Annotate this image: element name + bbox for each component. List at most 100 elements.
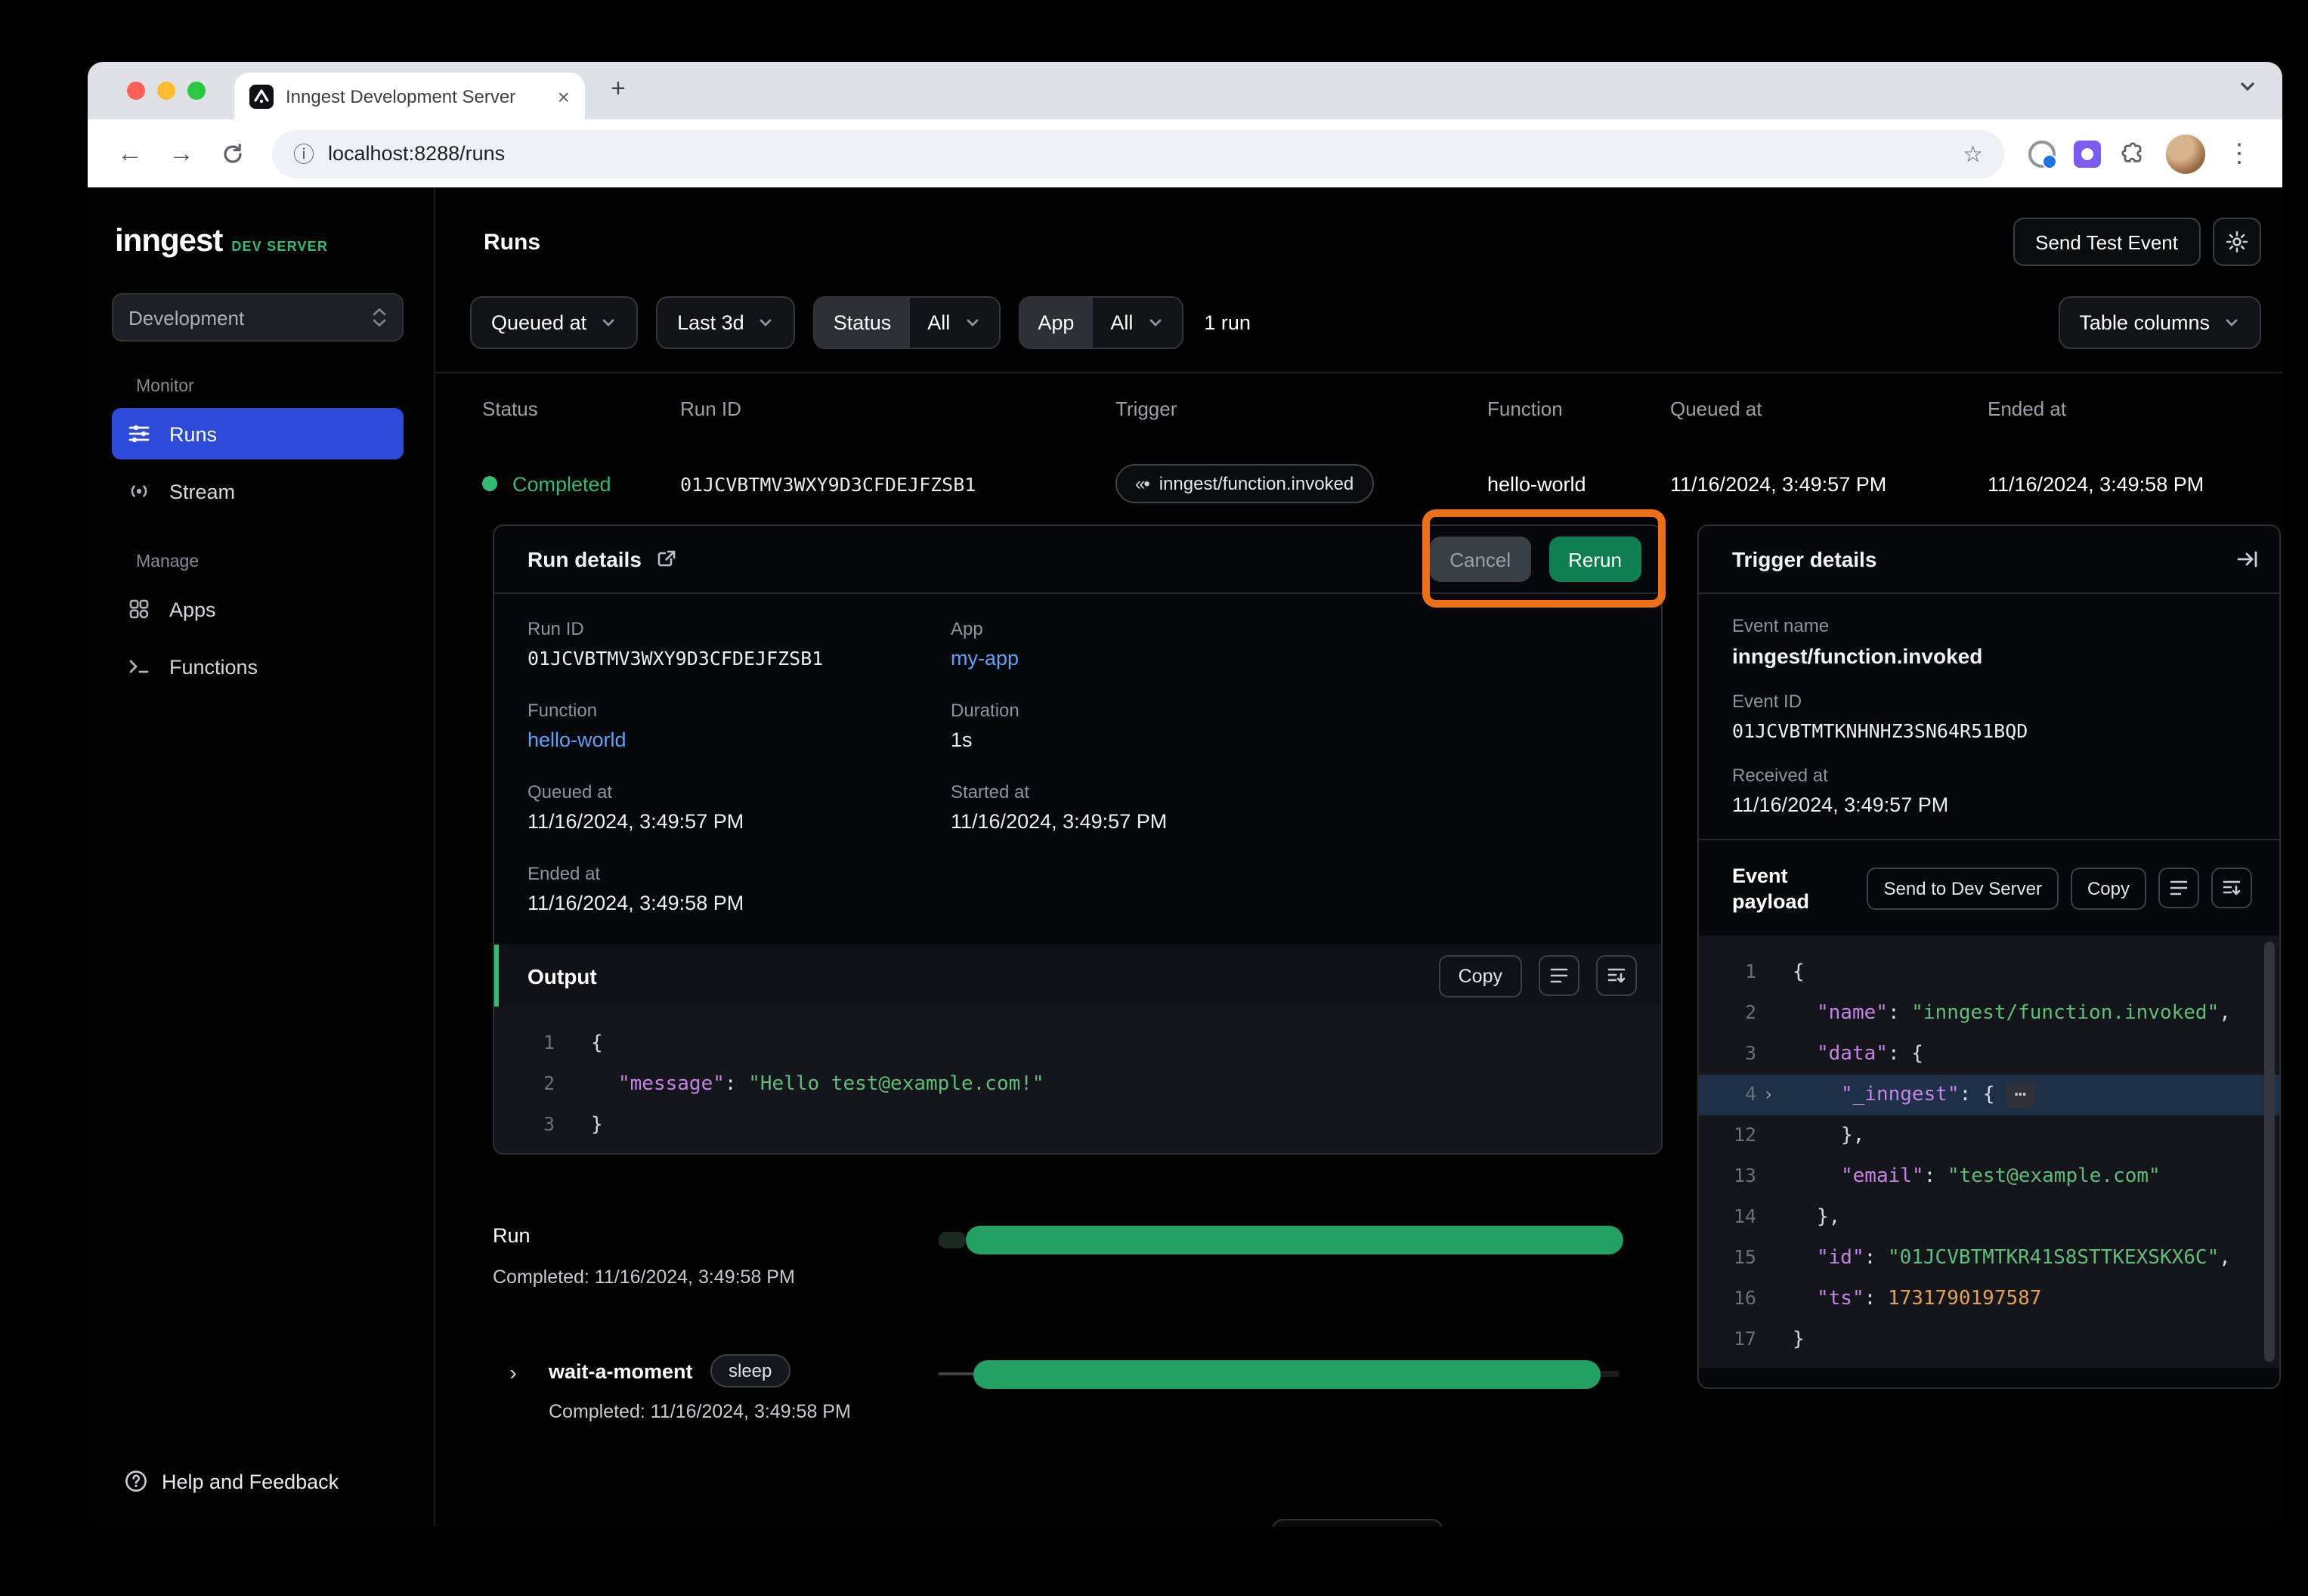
code-line: 3"data": { bbox=[1699, 1034, 2279, 1075]
code-line: 1{ bbox=[1699, 952, 2279, 993]
scrollbar[interactable] bbox=[2264, 942, 2275, 1362]
trigger-badge[interactable]: «• inngest/function.invoked bbox=[1115, 464, 1373, 503]
time-range-filter[interactable]: Last 3d bbox=[656, 296, 796, 349]
send-to-dev-server-button[interactable]: Send to Dev Server bbox=[1867, 867, 2059, 909]
code-line: 2"name": "inngest/function.invoked", bbox=[1699, 993, 2279, 1034]
new-tab-button[interactable]: + bbox=[611, 74, 626, 104]
ended-at-cell: 11/16/2024, 3:49:58 PM bbox=[1988, 472, 2282, 495]
back-button[interactable]: ← bbox=[106, 129, 154, 178]
line-number: 17 bbox=[1699, 1319, 1756, 1359]
line-number: 3 bbox=[1699, 1034, 1756, 1073]
address-bar[interactable]: ⓘ localhost:8288/runs ☆ bbox=[272, 129, 2004, 178]
cancel-button[interactable]: Cancel bbox=[1430, 537, 1530, 582]
field-app: App my-app bbox=[951, 618, 1628, 700]
sidebar-item-label: Functions bbox=[169, 655, 258, 678]
sidebar-item-stream[interactable]: Stream bbox=[112, 466, 404, 517]
payload-copy-button[interactable]: Copy bbox=[2071, 867, 2146, 909]
code-line: 14}, bbox=[1699, 1197, 2279, 1238]
line-number: 1 bbox=[494, 1023, 555, 1062]
expand-step-chevron-icon[interactable]: › bbox=[497, 1356, 529, 1387]
table-header: Status Run ID Trigger Function Queued at… bbox=[435, 373, 2282, 443]
line-number: 1 bbox=[1699, 952, 1756, 991]
wrap-lines-icon[interactable] bbox=[1539, 955, 1579, 996]
collapse-panel-icon[interactable] bbox=[2235, 547, 2260, 571]
purple-extension-icon[interactable] bbox=[2074, 140, 2101, 167]
extensions-puzzle-icon[interactable] bbox=[2119, 139, 2148, 168]
queued-at-filter[interactable]: Queued at bbox=[470, 296, 638, 349]
queued-at-cell: 11/16/2024, 3:49:57 PM bbox=[1670, 472, 1988, 495]
scroll-to-bottom-icon[interactable] bbox=[1596, 955, 1637, 996]
manage-section-label: Manage bbox=[136, 553, 434, 571]
forward-button[interactable]: → bbox=[157, 129, 206, 178]
close-tab-icon[interactable]: × bbox=[558, 84, 570, 108]
code-line: 17} bbox=[1699, 1319, 2279, 1360]
code-line: 2"message": "Hello test@example.com!" bbox=[494, 1064, 1661, 1105]
event-payload-header: Event payload Send to Dev Server Copy bbox=[1699, 839, 2279, 936]
table-row[interactable]: Completed 01JCVBTMV3WXY9D3CFDEJFZSB1 «• … bbox=[435, 443, 2282, 524]
output-header: Output Copy bbox=[494, 945, 1661, 1007]
run-id-cell: 01JCVBTMV3WXY9D3CFDEJFZSB1 bbox=[680, 472, 1115, 495]
code-line: 13"email": "test@example.com" bbox=[1699, 1156, 2279, 1197]
sidebar-item-functions[interactable]: Functions bbox=[112, 641, 404, 692]
app-filter[interactable]: App All bbox=[1018, 296, 1183, 349]
line-number: 14 bbox=[1699, 1197, 1756, 1236]
desktop: Inngest Development Server × + ← → ⓘ loc… bbox=[0, 0, 2308, 1596]
tab-title: Inngest Development Server bbox=[286, 85, 546, 107]
status-filter-label: Status bbox=[815, 298, 910, 348]
reload-button[interactable] bbox=[209, 129, 257, 178]
page-title: Runs bbox=[484, 229, 540, 255]
timeline-run-bar[interactable] bbox=[966, 1226, 1623, 1254]
browser-tab[interactable]: Inngest Development Server × bbox=[234, 73, 585, 119]
partially-visible-element bbox=[1271, 1519, 1443, 1526]
field-queued-at: Queued at 11/16/2024, 3:49:57 PM bbox=[527, 781, 951, 863]
help-and-feedback[interactable]: Help and Feedback bbox=[124, 1469, 339, 1493]
sidebar-item-runs[interactable]: Runs bbox=[112, 408, 404, 459]
code-line: 4›"_inngest": {⋯ bbox=[1699, 1075, 2279, 1115]
wrap-lines-icon[interactable] bbox=[2158, 868, 2199, 908]
app-link[interactable]: my-app bbox=[951, 647, 1628, 670]
browser-menu-icon[interactable]: ⋮ bbox=[2223, 138, 2255, 169]
close-window-button[interactable] bbox=[127, 82, 145, 100]
queued-at-label: Queued at bbox=[491, 311, 586, 334]
external-link-icon[interactable] bbox=[657, 549, 678, 570]
stream-icon bbox=[127, 479, 151, 503]
col-header-trigger: Trigger bbox=[1115, 397, 1487, 419]
fold-chevron-icon[interactable]: › bbox=[1756, 1075, 1781, 1114]
timeline-step-bar[interactable] bbox=[973, 1360, 1601, 1389]
settings-gear-button[interactable] bbox=[2213, 218, 2261, 266]
output-code-block[interactable]: 1{2"message": "Hello test@example.com!"3… bbox=[494, 1007, 1661, 1155]
profile-avatar[interactable] bbox=[2166, 134, 2205, 173]
run-details-fields: Run ID 01JCVBTMV3WXY9D3CFDEJFZSB1 App my… bbox=[494, 594, 1661, 945]
timeline-run-completed: Completed: 11/16/2024, 3:49:58 PM bbox=[493, 1267, 795, 1288]
environment-selector[interactable]: Development bbox=[112, 293, 404, 342]
field-received-at: Received at 11/16/2024, 3:49:57 PM bbox=[1732, 765, 2246, 816]
collapsed-content-ellipsis[interactable]: ⋯ bbox=[2006, 1082, 2036, 1108]
tab-search-chevron-icon[interactable] bbox=[2237, 76, 2258, 97]
code-line: 15"id": "01JCVBTMTKR41S8STTKEXSKX6C", bbox=[1699, 1238, 2279, 1279]
rerun-button[interactable]: Rerun bbox=[1548, 537, 1641, 582]
send-test-event-button[interactable]: Send Test Event bbox=[2013, 218, 2201, 266]
apps-icon bbox=[127, 597, 151, 621]
event-payload-code-block[interactable]: 1{2"name": "inngest/function.invoked",3"… bbox=[1699, 936, 2279, 1368]
field-event-name: Event name inngest/function.invoked bbox=[1732, 615, 2246, 668]
field-event-id: Event ID 01JCVBTMTKNHNHZ3SN64R51BQD bbox=[1732, 691, 2246, 742]
bookmark-star-icon[interactable]: ☆ bbox=[1963, 140, 1983, 167]
timeline-run-row: Run Completed: 11/16/2024, 3:49:58 PM bbox=[493, 1218, 1663, 1309]
scroll-to-bottom-icon[interactable] bbox=[2211, 868, 2252, 908]
output-copy-button[interactable]: Copy bbox=[1439, 954, 1522, 997]
privacy-extension-icon[interactable] bbox=[2028, 140, 2056, 167]
line-number: 16 bbox=[1699, 1279, 1756, 1318]
output-title: Output bbox=[527, 963, 597, 988]
field-ended-at: Ended at 11/16/2024, 3:49:58 PM bbox=[527, 863, 951, 945]
table-columns-button[interactable]: Table columns bbox=[2058, 296, 2261, 349]
site-info-icon[interactable]: ⓘ bbox=[293, 138, 314, 169]
zoom-window-button[interactable] bbox=[187, 82, 206, 100]
function-link[interactable]: hello-world bbox=[527, 728, 951, 751]
col-header-status: Status bbox=[482, 397, 680, 419]
minimize-window-button[interactable] bbox=[157, 82, 175, 100]
run-count: 1 run bbox=[1204, 311, 1251, 334]
code-line: 3} bbox=[494, 1105, 1661, 1146]
status-filter[interactable]: Status All bbox=[814, 296, 1001, 349]
sidebar-item-apps[interactable]: Apps bbox=[112, 583, 404, 635]
dev-server-badge: DEV SERVER bbox=[231, 239, 328, 254]
